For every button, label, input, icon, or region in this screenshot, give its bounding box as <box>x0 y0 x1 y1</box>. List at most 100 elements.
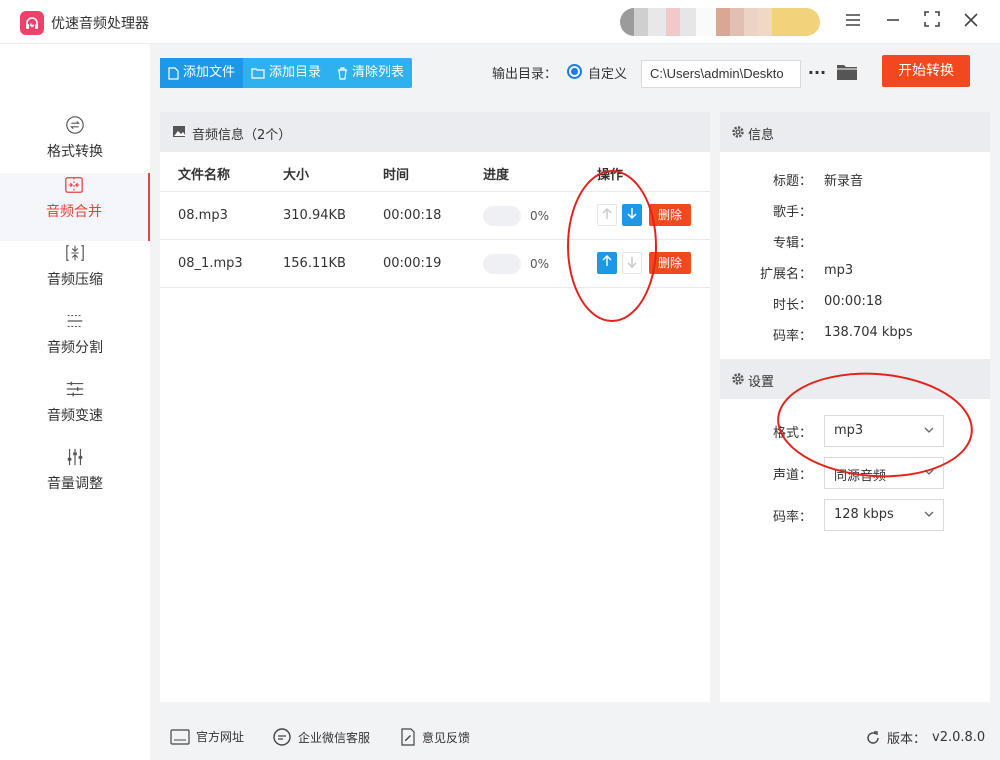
column-header-operations: 操作 <box>597 168 624 183</box>
image-icon <box>173 126 185 137</box>
refresh-icon <box>867 730 879 744</box>
minimize-icon[interactable] <box>881 10 905 34</box>
more-options-button[interactable]: ··· <box>807 60 827 88</box>
wechat-service-label: 企业微信客服 <box>298 730 371 745</box>
delete-button[interactable]: 删除 <box>649 252 691 274</box>
arrow-down-icon <box>627 257 637 268</box>
progress-text: 0% <box>530 257 550 271</box>
column-header-progress: 进度 <box>483 168 510 183</box>
info-value: 新录音 <box>824 174 864 189</box>
start-convert-button[interactable]: 开始转换 <box>882 55 970 87</box>
folder-outline-icon <box>251 68 265 79</box>
channel-select-value: 同源音频 <box>834 469 887 484</box>
title-bar: 优速音频处理器 <box>0 0 1000 44</box>
progress-bar <box>483 206 521 226</box>
bitrate-select-value: 128 kbps <box>834 507 894 522</box>
bitrate-select[interactable]: 128 kbps <box>824 499 944 531</box>
website-icon <box>170 728 190 745</box>
fullscreen-icon[interactable] <box>920 10 944 34</box>
sidebar-item-format-convert[interactable]: 格式转换 <box>0 113 150 181</box>
add-directory-label: 添加目录 <box>269 65 322 80</box>
move-down-button[interactable] <box>622 204 642 226</box>
feedback-label: 意见反馈 <box>422 730 471 745</box>
info-value: 138.704 kbps <box>824 325 913 340</box>
chevron-down-icon <box>924 427 934 433</box>
sidebar-item-audio-compress[interactable]: 音频压缩 <box>0 241 150 309</box>
hamburger-icon[interactable] <box>841 10 865 34</box>
info-key: 专辑： <box>772 236 812 251</box>
info-key: 歌手： <box>772 205 812 220</box>
sidebar-item-volume-adjust[interactable]: 音量调整 <box>0 445 150 513</box>
table-row[interactable]: 08.mp3 310.94KB 00:00:18 0% 删除 <box>160 191 710 239</box>
info-row-extension: 扩展名： mp3 <box>720 263 990 283</box>
setting-row-format: 格式： mp3 <box>720 415 990 447</box>
delete-button[interactable]: 删除 <box>649 204 691 226</box>
setting-key: 码率： <box>772 510 812 525</box>
table-row[interactable]: 08_1.mp3 156.11KB 00:00:19 0% 删除 <box>160 239 710 287</box>
compress-icon <box>66 245 84 261</box>
progress-text: 0% <box>530 209 550 223</box>
chat-icon <box>273 728 291 746</box>
setting-key: 格式： <box>772 426 812 441</box>
convert-icon <box>66 116 84 134</box>
sidebar-item-audio-speed[interactable]: 音频变速 <box>0 377 150 445</box>
arrow-down-icon <box>627 208 637 219</box>
version-label: 版本： <box>887 732 927 747</box>
output-dir-label: 输出目录： <box>492 67 558 82</box>
progress-bar <box>483 254 521 274</box>
arrow-up-icon <box>602 255 612 266</box>
move-up-button[interactable] <box>597 204 617 226</box>
column-header-size: 大小 <box>283 168 310 183</box>
output-path-input[interactable]: C:\Users\admin\Deskto <box>641 60 801 88</box>
clear-list-label: 清除列表 <box>352 65 405 80</box>
info-key: 码率： <box>772 329 812 344</box>
wechat-service-link[interactable]: 企业微信客服 <box>272 728 370 746</box>
feedback-icon <box>401 728 415 746</box>
gear-icon <box>732 373 744 385</box>
info-header: 信息 <box>720 112 990 152</box>
speed-icon <box>66 381 84 397</box>
setting-row-bitrate: 码率： 128 kbps <box>720 499 990 531</box>
website-link[interactable]: 官方网址 <box>170 728 244 745</box>
channel-select[interactable]: 同源音频 <box>824 457 944 489</box>
toolbar: 添加文件 添加目录 清除列表 输出目录： 自定义 C:\Users\admin\… <box>150 44 1000 102</box>
move-down-button[interactable] <box>622 252 642 274</box>
add-file-label: 添加文件 <box>183 65 236 80</box>
gear-icon <box>732 126 744 138</box>
info-key: 扩展名： <box>759 267 812 282</box>
setting-key: 声道： <box>772 468 812 483</box>
folder-icon[interactable] <box>836 62 858 84</box>
arrow-up-icon <box>602 208 612 219</box>
format-select[interactable]: mp3 <box>824 415 944 447</box>
add-directory-button[interactable]: 添加目录 <box>243 58 329 88</box>
feedback-link[interactable]: 意见反馈 <box>400 728 470 746</box>
clear-list-button[interactable]: 清除列表 <box>329 58 412 88</box>
merge-icon <box>65 177 83 193</box>
file-time: 00:00:18 <box>383 208 442 223</box>
sidebar-item-label: 音频合并 <box>46 204 102 220</box>
split-icon <box>67 314 83 328</box>
add-file-button[interactable]: 添加文件 <box>160 58 244 88</box>
info-panel: 信息 标题： 新录音 歌手： 专辑： 扩展名： mp3 时长： 00:00:18… <box>720 112 990 702</box>
settings-title: 设置 <box>748 375 775 390</box>
sidebar-item-audio-split[interactable]: 音频分割 <box>0 309 150 377</box>
settings-header: 设置 <box>720 359 990 399</box>
custom-dir-label: 自定义 <box>588 67 628 82</box>
chevron-down-icon <box>924 469 934 475</box>
custom-dir-radio[interactable] <box>567 64 582 79</box>
info-row-title: 标题： 新录音 <box>720 170 990 190</box>
move-up-button[interactable] <box>597 252 617 274</box>
close-icon[interactable] <box>959 10 983 34</box>
format-select-value: mp3 <box>834 423 864 438</box>
sidebar-item-audio-merge[interactable]: 音频合并 <box>0 173 150 241</box>
setting-row-channel: 声道： 同源音频 <box>720 457 990 489</box>
website-label: 官方网址 <box>196 730 245 744</box>
user-avatar-area[interactable] <box>620 8 820 36</box>
version-value: v2.0.8.0 <box>932 730 986 745</box>
column-header-time: 时间 <box>383 168 410 183</box>
info-row-duration: 时长： 00:00:18 <box>720 294 990 314</box>
file-time: 00:00:19 <box>383 256 442 271</box>
info-value: mp3 <box>824 263 854 278</box>
info-title: 信息 <box>748 128 775 143</box>
sidebar-item-label: 音频分割 <box>47 340 103 356</box>
